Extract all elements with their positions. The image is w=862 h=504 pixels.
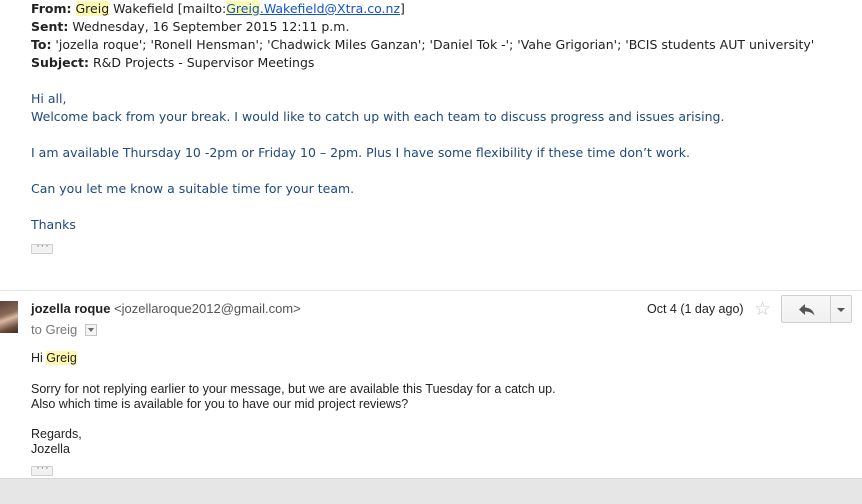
quoted-from-row: From: Greig Wakefield [mailto:Greig.Wake… (31, 0, 851, 18)
subject-label: Subject: (31, 55, 89, 70)
message-divider (0, 290, 862, 291)
recipient-line: to Greig (31, 322, 98, 337)
reply-greeting: Hi Greig (31, 351, 77, 365)
show-trimmed-content-button[interactable]: ··· (31, 465, 53, 476)
quoted-body-line: Thanks (31, 217, 76, 232)
show-details-chevron-icon[interactable] (85, 323, 98, 336)
subject-value: R&D Projects - Supervisor Meetings (89, 55, 315, 70)
sender-line: jozella roque <jozellaroque2012@gmail.co… (31, 301, 301, 316)
sender-name[interactable]: jozella roque (31, 301, 110, 316)
sender-email: <jozellaroque2012@gmail.com> (110, 301, 301, 316)
quoted-body-line: I am available Thursday 10 -2pm or Frida… (31, 145, 691, 160)
reply-arrow-icon (799, 304, 815, 316)
to-label: To: (31, 37, 52, 52)
avatar[interactable] (0, 301, 18, 333)
quoted-subject-row: Subject: R&D Projects - Supervisor Meeti… (31, 54, 851, 72)
sent-value: Wednesday, 16 September 2015 12:11 p.m. (68, 19, 350, 34)
message-date[interactable]: Oct 4 (1 day ago) (647, 302, 744, 316)
greeting-name: Greig (46, 351, 77, 365)
from-close-bracket: ] (400, 1, 405, 16)
from-first-name: Greig (75, 1, 110, 16)
reply-signoff: Regards, (31, 427, 82, 441)
quoted-body-line: Hi all, (31, 91, 67, 106)
recipient-text: to Greig (31, 322, 78, 337)
quoted-body-line: Can you let me know a suitable time for … (31, 181, 355, 196)
more-options-chevron-down-icon[interactable] (830, 295, 852, 323)
reply-signature: Jozella (31, 442, 70, 456)
reply-button[interactable] (781, 295, 831, 323)
reply-body-line: Sorry for not replying earlier to your m… (31, 382, 556, 396)
from-email-rest[interactable]: .Wakefield@Xtra.co.nz (260, 1, 400, 16)
from-email-highlight[interactable]: Greig (226, 1, 260, 16)
footer-bar (0, 478, 862, 504)
show-trimmed-content-button[interactable]: ··· (31, 243, 53, 254)
quoted-email-header: From: Greig Wakefield [mailto:Greig.Wake… (31, 0, 851, 72)
reply-body-line: Also which time is available for you to … (31, 397, 409, 411)
quoted-body-line: Welcome back from your break. I would li… (31, 109, 725, 124)
to-value: 'jozella roque'; 'Ronell Hensman'; 'Chad… (51, 37, 815, 52)
sent-label: Sent: (31, 19, 69, 34)
quoted-to-row: To: 'jozella roque'; 'Ronell Hensman'; '… (31, 36, 851, 54)
star-icon[interactable]: ☆ (754, 297, 771, 321)
from-email-link[interactable]: Greig.Wakefield@Xtra.co.nz (226, 1, 400, 16)
from-label: From: (31, 1, 72, 16)
quoted-sent-row: Sent: Wednesday, 16 September 2015 12:11… (31, 18, 851, 36)
from-last-name: Wakefield [mailto: (109, 1, 227, 16)
greeting-hi: Hi (31, 351, 47, 365)
